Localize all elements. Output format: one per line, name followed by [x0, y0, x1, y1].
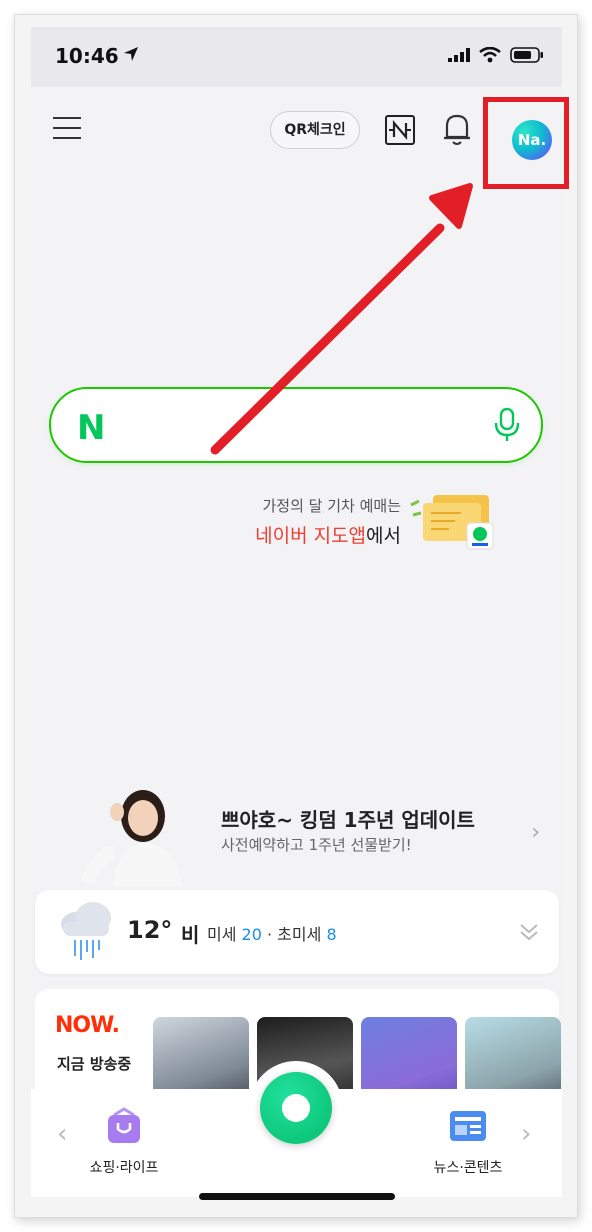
rain-cloud-icon [61, 902, 111, 960]
location-arrow-icon [124, 47, 138, 61]
tab-news-contents[interactable]: 뉴스·콘텐츠 [423, 1107, 513, 1177]
banner-subtitle: 사전예약하고 1주년 선물받기! [221, 836, 412, 854]
qr-checkin-button[interactable]: QR체크인 [270, 111, 360, 149]
wifi-icon [479, 47, 501, 63]
avatar-highlight-box: Na. [483, 97, 569, 189]
naver-pay-icon[interactable] [385, 115, 415, 145]
tab-news-contents-label: 뉴스·콘텐츠 [433, 1160, 503, 1176]
tab-shopping-life-label: 쇼핑·라이프 [89, 1160, 159, 1176]
phone-frame: 10:46 QR체크인 Na. N 가정의 달 기차 예매는 네이버 지도앱에서… [14, 14, 578, 1218]
promo-line-2: 네이버 지도앱에서 [255, 521, 401, 548]
promo-line-1: 가정의 달 기차 예매는 [262, 497, 401, 515]
ultra-fine-dust-value: 8 [326, 925, 337, 944]
now-logo: NOW. [55, 1013, 120, 1038]
profile-avatar-button[interactable]: Na. [512, 120, 552, 160]
ultra-fine-dust-label: 초미세 [277, 925, 322, 944]
home-indicator [199, 1193, 395, 1200]
status-time: 10:46 [55, 44, 119, 68]
chevron-right-icon: › [531, 820, 540, 845]
fine-dust-label: 미세 [207, 925, 237, 944]
banner-title: 쁘야호~ 킹덤 1주년 업데이트 [221, 808, 475, 832]
naver-home: QR체크인 Na. N 가정의 달 기차 예매는 네이버 지도앱에서 쁘야호~ … [31, 87, 569, 1197]
news-icon [450, 1111, 486, 1141]
status-icons [448, 47, 544, 63]
nav-next-icon[interactable]: › [521, 1119, 531, 1149]
dust-separator: · [261, 925, 278, 944]
battery-icon [510, 47, 543, 63]
weather-widget[interactable]: 12° 비 미세 20 · 초미세 8 [35, 890, 559, 974]
bottom-navigation: ‹ 쇼핑·라이프 뉴스·콘텐츠 › [31, 1061, 562, 1197]
banner-person-image [80, 790, 183, 887]
now-live-label: 지금 방송중 [57, 1055, 132, 1073]
train-ticket-icon [410, 495, 494, 550]
green-dot-button[interactable] [260, 1072, 332, 1144]
menu-icon[interactable] [53, 117, 81, 139]
double-chevron-down-icon[interactable] [517, 920, 541, 944]
map-app-promo[interactable]: 가정의 달 기차 예매는 네이버 지도앱에서 [231, 487, 511, 557]
dust-info: 미세 20 · 초미세 8 [207, 921, 337, 945]
promo-highlight: 네이버 지도앱 [255, 525, 367, 547]
game-banner[interactable]: 쁘야호~ 킹덤 1주년 업데이트 사전예약하고 1주년 선물받기! › [31, 782, 562, 887]
status-bar: 10:46 [31, 27, 562, 87]
tab-shopping-life[interactable]: 쇼핑·라이프 [79, 1107, 169, 1177]
promo-line-2-rest: 에서 [366, 525, 401, 547]
naver-logo: N [77, 408, 106, 448]
nav-prev-icon[interactable]: ‹ [57, 1119, 67, 1149]
search-bar[interactable]: N [49, 387, 543, 463]
shopping-bag-icon [108, 1107, 140, 1143]
weather-temp: 12° [127, 916, 173, 944]
microphone-icon[interactable] [493, 407, 521, 443]
cellular-signal-icon [448, 48, 470, 62]
fine-dust-value: 20 [241, 925, 262, 944]
notification-bell-icon[interactable] [441, 111, 473, 147]
weather-condition: 비 [181, 923, 200, 947]
